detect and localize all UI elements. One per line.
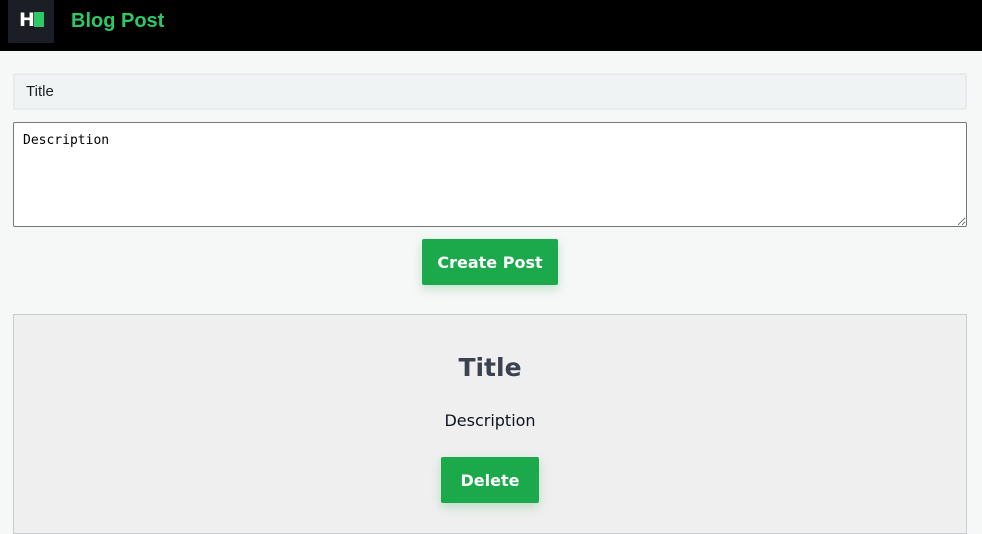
create-post-button[interactable]: Create Post <box>422 239 558 285</box>
post-title: Title <box>458 353 522 382</box>
post-card: Title Description Delete <box>13 314 967 534</box>
post-description: Description <box>444 411 536 430</box>
logo-block-icon <box>34 12 44 27</box>
title-input[interactable] <box>13 73 967 110</box>
logo-letter: H <box>19 9 35 31</box>
delete-post-button[interactable]: Delete <box>441 457 539 503</box>
logo[interactable]: H <box>8 0 54 43</box>
description-textarea[interactable] <box>13 122 967 227</box>
app-title: Blog Post <box>71 10 165 32</box>
top-navbar: H Blog Post <box>0 0 982 51</box>
